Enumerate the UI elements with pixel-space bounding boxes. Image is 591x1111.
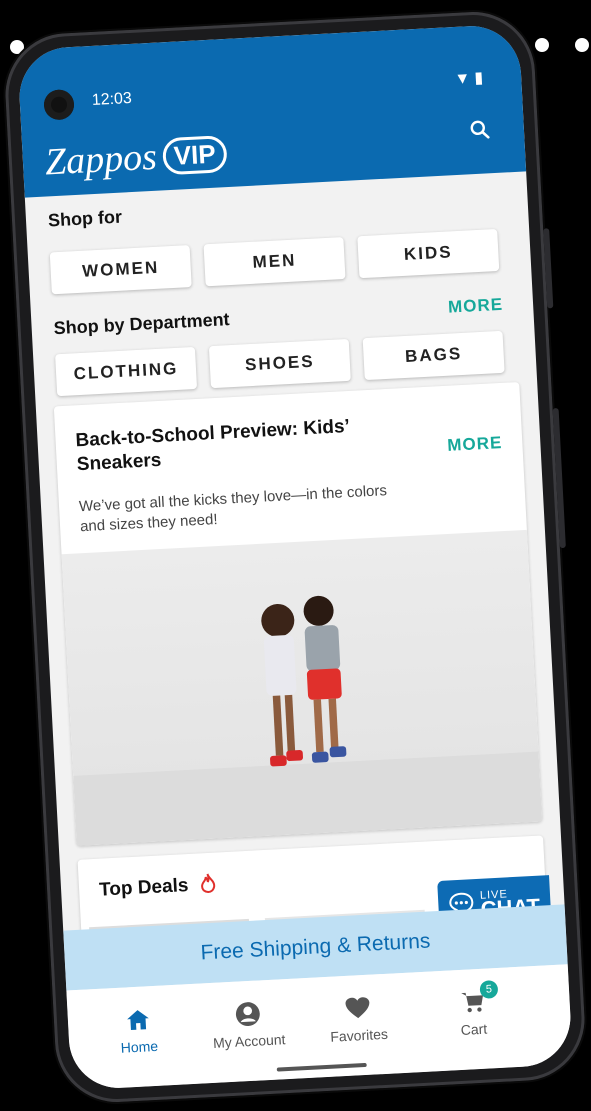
department-bags[interactable]: BAGS: [362, 330, 505, 381]
search-icon[interactable]: [469, 119, 490, 140]
shop-for-kids[interactable]: KIDS: [357, 228, 500, 279]
home-content: Shop for WOMEN MEN KIDS Shop by Departme…: [25, 171, 567, 980]
decorative-dot: [535, 38, 549, 52]
tab-label: Cart: [460, 1020, 488, 1038]
account-icon: [235, 1002, 260, 1027]
app-header: 12:03 ▼▮ Zappos VIP: [17, 23, 527, 198]
tab-cart[interactable]: 5 Cart: [422, 979, 524, 1040]
home-icon: [127, 1010, 149, 1030]
promo-hero-image[interactable]: [61, 529, 543, 846]
app-screen: 12:03 ▼▮ Zappos VIP Shop for WOMEN MEN K…: [17, 23, 573, 1091]
cart-count-badge: 5: [479, 979, 499, 999]
logo-text: Zappos: [43, 135, 158, 184]
logo-vip-badge: VIP: [161, 134, 228, 175]
wifi-icon: ▼: [454, 69, 475, 88]
department-clothing[interactable]: CLOTHING: [55, 346, 198, 397]
camera-icon: [43, 88, 75, 121]
shop-for-men[interactable]: MEN: [203, 237, 346, 287]
heart-icon: [345, 997, 370, 1019]
status-time: 12:03: [91, 89, 133, 109]
flame-icon: [200, 873, 215, 894]
tab-my-account[interactable]: My Account: [197, 998, 299, 1051]
decorative-dot: [575, 38, 589, 52]
cart-icon-wrap: 5: [422, 979, 523, 1018]
promo-title: Back-to-School Preview: Kids’ Sneakers: [75, 416, 350, 476]
department-more-link[interactable]: MORE: [448, 295, 504, 318]
shop-for-title: Shop for: [47, 206, 123, 231]
status-icons: ▼▮: [454, 67, 488, 89]
shop-for-women[interactable]: WOMEN: [49, 245, 192, 295]
tab-favorites[interactable]: Favorites: [307, 993, 409, 1046]
tab-label: Favorites: [329, 1025, 389, 1045]
department-title: Shop by Department: [53, 309, 231, 339]
phone-mockup: 12:03 ▼▮ Zappos VIP Shop for WOMEN MEN K…: [2, 8, 588, 1106]
tab-label: My Account: [212, 1031, 286, 1051]
zappos-vip-logo[interactable]: Zappos VIP: [44, 131, 228, 184]
promo-more-link[interactable]: MORE: [447, 433, 503, 456]
gesture-bar: [276, 1062, 367, 1072]
promo-card[interactable]: Back-to-School Preview: Kids’ Sneakers M…: [53, 382, 543, 846]
department-shoes[interactable]: SHOES: [208, 338, 351, 389]
kids-photo-illustration: [261, 595, 347, 767]
battery-icon: ▮: [473, 69, 488, 87]
tab-home[interactable]: Home: [87, 1004, 189, 1057]
top-deals-title: Top Deals: [99, 873, 217, 902]
promo-description: We’ve got all the kicks they love—in the…: [78, 482, 388, 536]
tab-label: Home: [120, 1037, 159, 1056]
